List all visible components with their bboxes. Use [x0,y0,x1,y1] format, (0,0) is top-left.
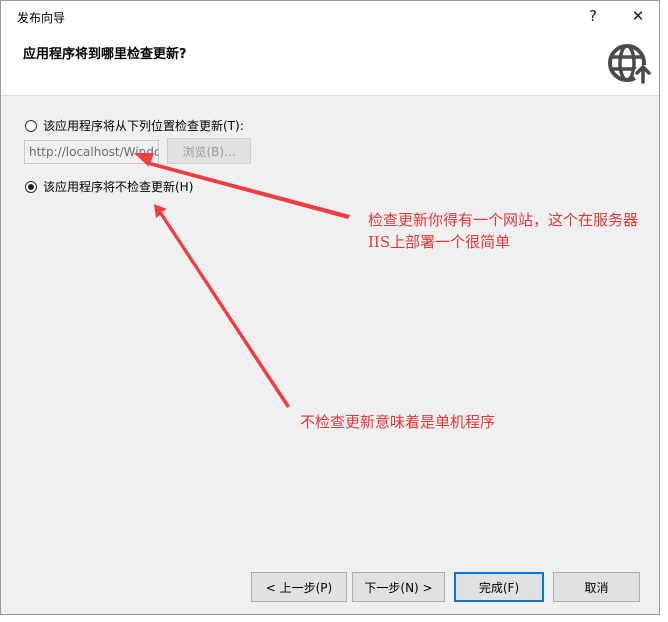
update-url-input[interactable]: http://localhost/Windc [24,140,159,164]
check-location-radio[interactable] [25,119,37,132]
annotation-standalone: 不检查更新意味着是单机程序 [300,413,496,431]
wizard-header: 应用程序将到哪里检查更新? [1,31,659,96]
page-title: 应用程序将到哪里检查更新? [23,47,187,62]
title-bar: 发布向导 ? ✕ [1,1,659,31]
window-title: 发布向导 [17,11,66,25]
annotation-update-server: 检查更新你得有一个网站，这个在服务器IIS上部署一个很简单 [368,211,639,251]
publish-wizard-window: 发布向导 ? ✕ 应用程序将到哪里检查更新? 该应用程序将从下列位置检查更新(T… [0,0,660,615]
next-button[interactable]: 下一步(N) > [352,572,445,602]
browse-button[interactable]: 浏览(B)... [167,138,251,164]
check-location-label: 该应用程序将从下列位置检查更新(T): [43,119,244,133]
help-button[interactable]: ? [571,3,615,29]
finish-button[interactable]: 完成(F) [454,572,544,602]
no-check-label: 该应用程序将不检查更新(H) [43,180,194,194]
globe-update-icon [608,44,652,84]
check-location-option[interactable]: 该应用程序将从下列位置检查更新(T): [25,117,244,134]
close-button[interactable]: ✕ [616,3,660,29]
cancel-button[interactable]: 取消 [553,572,640,602]
no-check-option[interactable]: 该应用程序将不检查更新(H) [25,178,193,195]
previous-button[interactable]: < 上一步(P) [251,572,347,602]
no-check-radio[interactable] [25,180,37,193]
